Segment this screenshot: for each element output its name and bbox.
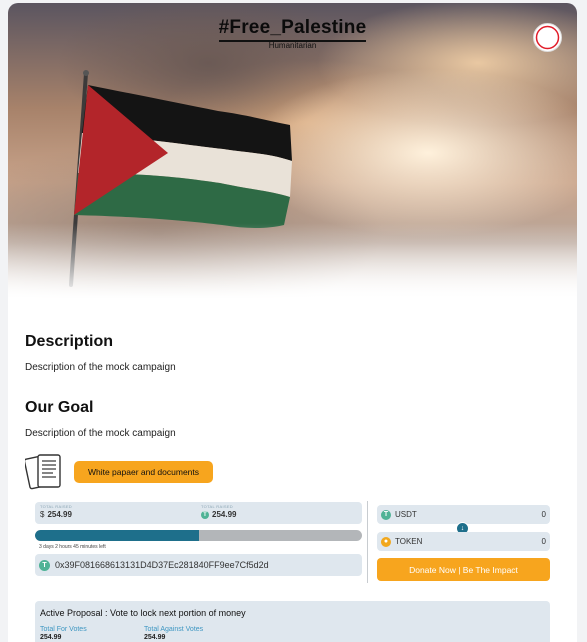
hero-banner: #Free_Palestine Humanitarian — [8, 3, 577, 303]
tron-icon: T — [201, 510, 209, 519]
wallet-address[interactable]: T 0x39F081668613131D4D37Ec281840FF9ee7Cf… — [35, 554, 362, 576]
raised2-label: TOTAL RAISED — [201, 504, 233, 509]
funding-progress-fill — [35, 530, 199, 541]
proposal-title: Active Proposal : Vote to lock next port… — [40, 608, 246, 618]
raised-label: TOTAL RAISED — [40, 504, 72, 509]
currency-symbol: $ — [40, 510, 45, 519]
token-label: TOKEN — [395, 537, 423, 546]
time-left: 3 days 2 hours 45 minutes left — [39, 544, 106, 550]
raised-value: 254.99 — [47, 510, 72, 519]
token-amount: 0 — [541, 537, 546, 546]
token-input[interactable]: ● TOKEN 0 — [377, 532, 550, 551]
white-paper-button[interactable]: White papaer and documents — [74, 461, 213, 483]
goal-text: Description of the mock campaign — [25, 428, 176, 439]
against-votes-label: Total Against Votes — [144, 626, 204, 633]
wallet-address-text: 0x39F081668613131D4D37Ec281840FF9ee7Cf5d… — [55, 560, 269, 570]
description-text: Description of the mock campaign — [25, 362, 176, 373]
tron-icon: T — [381, 509, 391, 520]
for-votes-label: Total For Votes — [40, 626, 87, 633]
campaign-category: Humanitarian — [268, 41, 317, 50]
raised2-value: 254.99 — [212, 510, 237, 519]
documents-icon — [25, 454, 61, 490]
campaign-title: #Free_Palestine — [8, 17, 577, 42]
active-proposal: Active Proposal : Vote to lock next port… — [35, 601, 550, 642]
campaign-card: #Free_Palestine Humanitarian Description… — [8, 3, 577, 642]
token-icon: ● — [381, 536, 391, 547]
usdt-amount: 0 — [541, 510, 546, 519]
red-crescent-icon — [533, 23, 562, 52]
funding-progress-bar — [35, 530, 362, 541]
donate-button[interactable]: Donate Now | Be The Impact — [377, 558, 550, 581]
usdt-label: USDT — [395, 510, 417, 519]
divider — [367, 501, 368, 583]
goal-heading: Our Goal — [25, 399, 94, 416]
against-votes-value: 254.99 — [144, 634, 166, 641]
raised-stats: TOTAL RAISED $ 254.99 TOTAL RAISED T 254… — [35, 502, 362, 524]
for-votes-value: 254.99 — [40, 634, 62, 641]
tron-icon: T — [39, 559, 50, 571]
description-heading: Description — [25, 333, 114, 350]
